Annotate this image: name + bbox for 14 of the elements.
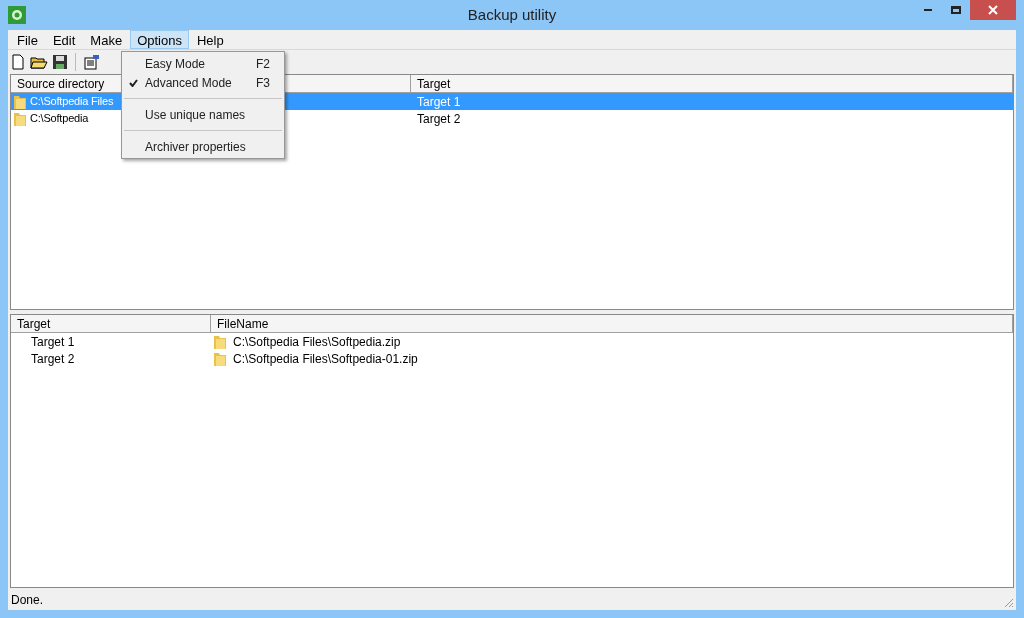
shortcut-text: F3 xyxy=(256,74,270,92)
menu-label: Archiver properties xyxy=(145,138,247,156)
status-text: Done. xyxy=(11,592,44,609)
window-title: Backup utility xyxy=(467,4,557,25)
table-cell-text: Target 2 xyxy=(416,110,461,128)
menu-label: Easy Mode xyxy=(145,55,207,73)
table-cell-text: C:\Softpedia Files\Softpedia.zip xyxy=(233,333,401,351)
menu-label: Advanced Mode xyxy=(145,74,233,92)
table-cell-text: Target 1 xyxy=(416,93,461,111)
table-cell: Target 2 xyxy=(31,351,75,366)
shortcut-text: F2 xyxy=(256,55,270,73)
table-cell-text: C:\Softpedia Files\Softpedia-01.zip xyxy=(233,350,418,368)
table-cell: Target 1 xyxy=(31,334,75,349)
menu-label: Use unique names xyxy=(145,106,247,124)
